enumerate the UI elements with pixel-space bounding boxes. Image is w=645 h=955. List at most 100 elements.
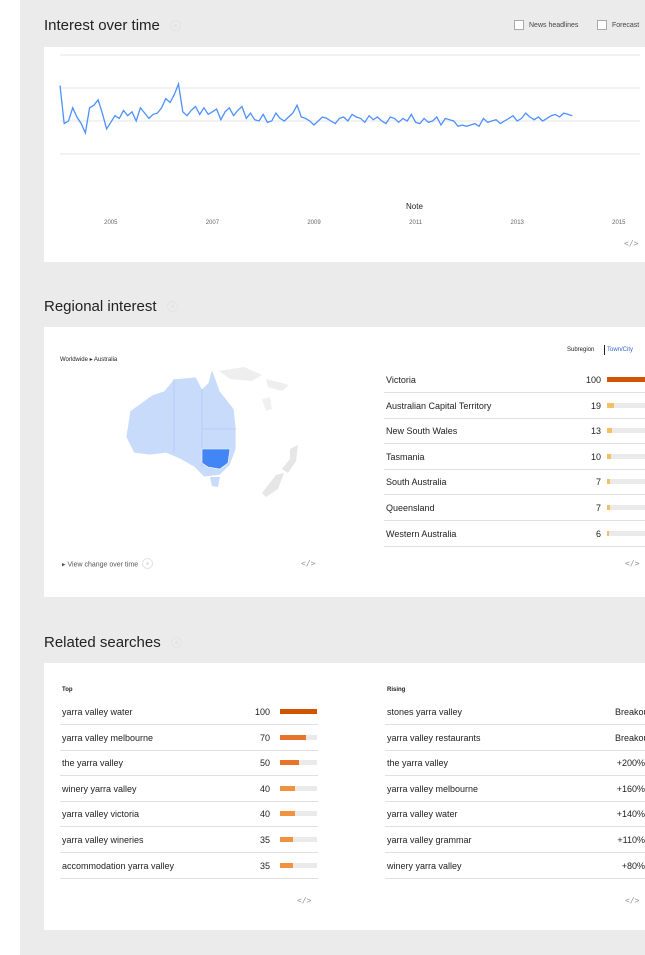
interest-line-chart: 2005 2007 2009 2011 2013 2015 (59, 54, 640, 226)
rising-search-row-value: +200% (616, 758, 645, 769)
top-search-row-bar (280, 785, 295, 791)
region-row-bar-track (607, 402, 645, 408)
embed-icon[interactable]: </> (625, 559, 639, 568)
checkbox-box[interactable] (514, 20, 524, 30)
related-section-title: Related searches (44, 634, 182, 651)
region-row-value: 7 (595, 503, 601, 513)
new-zealand-landmass (282, 445, 298, 473)
rising-search-row[interactable]: yarra valley melbourne +160% (385, 776, 645, 802)
top-search-row-label[interactable]: yarra valley victoria (62, 809, 139, 819)
region-row-bar (607, 377, 645, 382)
top-search-row-value: 35 (259, 835, 270, 845)
rising-search-row[interactable]: stones yarra valley Breakout (385, 699, 645, 725)
rising-search-row-label[interactable]: yarra valley restaurants (387, 733, 481, 743)
region-row-value: 6 (595, 528, 601, 539)
interest-section-title: Interest over time (44, 17, 181, 34)
rising-search-row-label[interactable]: yarra valley water (387, 809, 458, 819)
checkbox-box[interactable] (597, 20, 607, 30)
region-row-label[interactable]: Victoria (386, 375, 416, 385)
region-row-bar-track (607, 530, 645, 536)
top-search-row-bar-track (280, 862, 317, 868)
top-search-row-value: 70 (259, 732, 270, 743)
related-panel: Top Rising yarra valley water 100 yarra va… (44, 663, 645, 930)
top-column-header: Top (62, 687, 73, 693)
top-search-row[interactable]: the yarra valley 50 (60, 750, 318, 777)
regional-section-title: Regional interest (44, 298, 178, 315)
region-row-bar-track (607, 479, 645, 485)
regional-panel: Worldwide ▸ Australia ▸ View change over… (44, 327, 645, 597)
region-row-bar (607, 453, 611, 459)
region-row-bar (607, 402, 615, 408)
top-search-row[interactable]: yarra valley melbourne 70 (60, 725, 318, 751)
rising-search-row[interactable]: yarra valley restaurants Breakout (385, 725, 645, 751)
region-row-value: 19 (590, 400, 601, 411)
top-search-row-bar (280, 760, 299, 766)
region-row-label[interactable]: Queensland (386, 503, 435, 513)
region-row-bar (607, 505, 610, 510)
region-row-bar (607, 428, 612, 434)
subregion-tab[interactable]: Subregion (567, 347, 594, 353)
help-icon[interactable] (169, 19, 181, 31)
rising-search-row-label[interactable]: the yarra valley (387, 758, 448, 768)
top-search-row-bar (280, 709, 317, 714)
australia-map[interactable] (44, 349, 324, 549)
region-row[interactable]: Queensland 7 (384, 495, 645, 521)
region-row[interactable]: South Australia 7 (384, 469, 645, 496)
top-search-row-label[interactable]: the yarra valley (62, 758, 123, 768)
region-row-bar-track (607, 453, 645, 459)
town-city-tab[interactable]: Town/City (607, 347, 633, 353)
help-icon[interactable] (142, 558, 154, 569)
rising-search-row[interactable]: yarra valley water +140% (385, 801, 645, 828)
top-search-row-label[interactable]: accommodation yarra valley (62, 861, 174, 871)
x-tick-label: 2005 (104, 220, 118, 226)
forecast-checkbox[interactable]: Forecast (597, 20, 639, 30)
region-row-label[interactable]: Australian Capital Territory (386, 401, 491, 411)
top-search-row[interactable]: yarra valley victoria 40 (60, 801, 318, 828)
top-search-row[interactable]: winery yarra valley 40 (60, 776, 318, 802)
top-search-row-bar-track (280, 811, 317, 817)
top-search-row-bar (280, 734, 306, 740)
help-icon[interactable] (170, 636, 182, 648)
embed-icon[interactable]: </> (624, 239, 638, 248)
top-search-row-label[interactable]: yarra valley wineries (62, 835, 144, 845)
rising-search-row[interactable]: the yarra valley +200% (385, 750, 645, 777)
tasmania-region[interactable] (210, 477, 220, 487)
help-icon[interactable] (166, 300, 178, 312)
rising-search-row[interactable]: winery yarra valley +80% (385, 853, 645, 879)
rising-search-row-value: Breakout (615, 732, 645, 743)
region-row[interactable]: Australian Capital Territory 19 (384, 393, 645, 419)
top-search-row[interactable]: accommodation yarra valley 35 (60, 853, 318, 879)
top-search-row[interactable]: yarra valley water 100 (60, 699, 318, 725)
new-zealand-landmass (262, 473, 284, 497)
region-row-label[interactable]: Western Australia (386, 529, 456, 539)
rising-search-row-label[interactable]: yarra valley grammar (387, 835, 472, 845)
region-row[interactable]: Tasmania 10 (384, 444, 645, 470)
rising-search-row-label[interactable]: stones yarra valley (387, 707, 462, 717)
regional-title-text: Regional interest (44, 298, 157, 315)
top-search-row-label[interactable]: winery yarra valley (62, 784, 137, 794)
embed-icon[interactable]: </> (301, 559, 315, 568)
region-row[interactable]: New South Wales 13 (384, 418, 645, 445)
rising-search-row[interactable]: yarra valley grammar +110% (385, 827, 645, 853)
top-search-row-value: 40 (259, 783, 270, 794)
region-row-label[interactable]: South Australia (386, 477, 447, 487)
rising-search-row-label[interactable]: winery yarra valley (387, 861, 462, 871)
chart-note[interactable]: Note (406, 202, 423, 211)
region-row-label[interactable]: New South Wales (386, 426, 457, 436)
x-tick-label: 2007 (206, 220, 220, 226)
region-row[interactable]: Western Australia 6 (384, 521, 645, 547)
top-search-row-label[interactable]: yarra valley water (62, 707, 133, 717)
top-search-row-label[interactable]: yarra valley melbourne (62, 733, 153, 743)
top-search-row[interactable]: yarra valley wineries 35 (60, 827, 318, 853)
embed-icon[interactable]: </> (297, 896, 311, 905)
region-row-bar (607, 479, 610, 485)
view-change-over-time-link[interactable]: ▸ View change over time (62, 558, 154, 570)
rising-search-row-label[interactable]: yarra valley melbourne (387, 784, 478, 794)
top-search-row-bar (280, 862, 293, 868)
region-row[interactable]: Victoria 100 (384, 367, 645, 393)
region-row-value: 10 (590, 451, 601, 462)
embed-icon[interactable]: </> (625, 896, 639, 905)
region-row-label[interactable]: Tasmania (386, 452, 425, 462)
rising-search-row-value: +110% (617, 835, 645, 845)
news-headlines-checkbox[interactable]: News headlines (514, 20, 578, 30)
